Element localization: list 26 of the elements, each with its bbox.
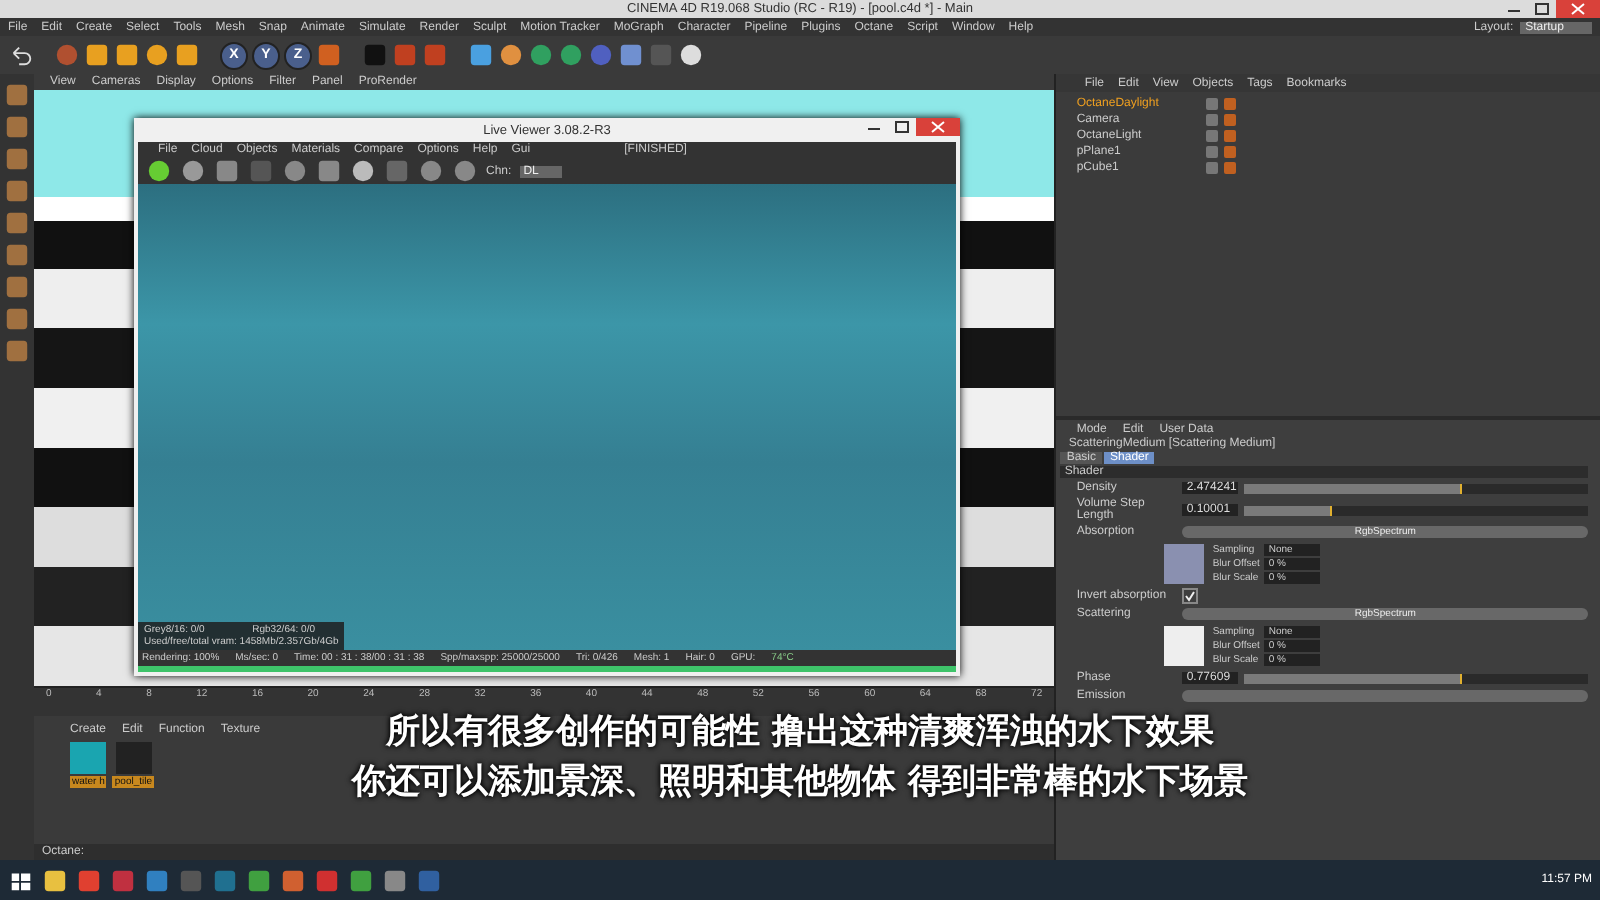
material-thumbnail[interactable] <box>115 742 152 774</box>
app-icon[interactable] <box>144 867 170 893</box>
slider-track[interactable] <box>1244 483 1588 493</box>
subtitle-text: 所以有很多创作的可能性 撸出这种清爽浑浊的水下效果 <box>386 710 1214 754</box>
square-icon[interactable] <box>384 158 410 184</box>
material-thumbnail[interactable] <box>70 742 107 774</box>
app-icon[interactable] <box>246 867 272 893</box>
app-icon[interactable] <box>42 867 68 893</box>
close-icon[interactable] <box>1556 0 1600 18</box>
subtitle-text: 你还可以添加景深、照明和其他物体 得到非常棒的水下场景 <box>352 760 1248 804</box>
slider-fill[interactable] <box>1244 505 1333 515</box>
sphere-icon[interactable] <box>558 42 584 68</box>
slider-fill[interactable] <box>1244 673 1463 683</box>
slider-track[interactable] <box>1244 673 1588 683</box>
app-icon[interactable] <box>382 867 408 893</box>
square-icon[interactable] <box>316 42 342 68</box>
slider-fill[interactable] <box>1244 483 1463 493</box>
undo-icon[interactable] <box>8 42 34 68</box>
slider-track[interactable] <box>1244 505 1588 515</box>
app-icon[interactable] <box>280 867 306 893</box>
close-icon[interactable] <box>916 118 960 136</box>
sphere-icon[interactable] <box>528 42 554 68</box>
checkbox[interactable] <box>1182 588 1199 604</box>
app-icon[interactable] <box>76 867 102 893</box>
sphere-icon[interactable] <box>350 158 376 184</box>
app-icon[interactable] <box>348 867 374 893</box>
